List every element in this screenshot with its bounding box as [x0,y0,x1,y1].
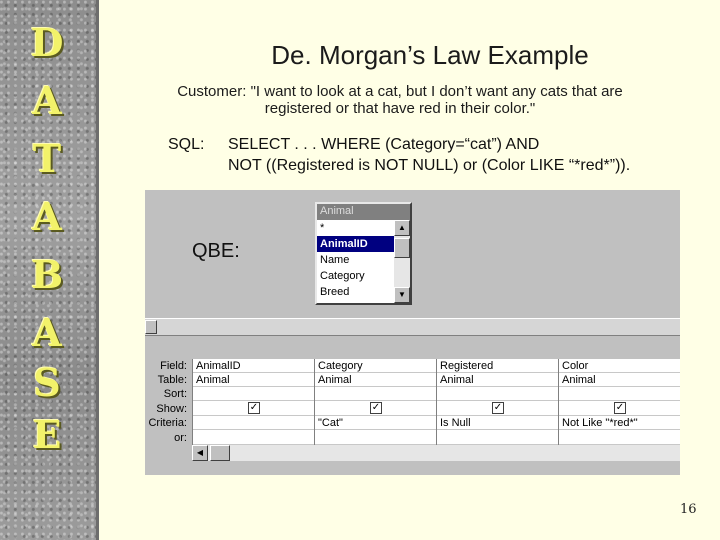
database-sidebar: D A T A B A S E [0,0,96,540]
show-cell: ✓ [315,402,436,416]
sql-statement-line: NOT ((Registered is NOT NULL) or (Color … [228,157,631,174]
field-list-title[interactable]: Animal [317,204,410,220]
criteria-cell[interactable]: Is Null [437,416,558,430]
grid-horizontal-scrollbar[interactable]: ◀ [192,445,680,461]
criteria-cell[interactable]: "Cat" [315,416,436,430]
field-list-item[interactable]: Name [317,252,395,268]
show-cell: ✓ [437,402,558,416]
show-checkbox-checked-icon[interactable]: ✓ [492,402,504,414]
sql-statement-line: SELECT . . . WHERE (Category=“cat”) AND [228,136,540,153]
design-grid-area: Field: Table: Sort: Show: Criteria: or: … [145,336,680,475]
field-cell[interactable]: Category [315,359,436,373]
show-checkbox-checked-icon[interactable]: ✓ [614,402,626,414]
qbe-query-window: QBE: Animal * AnimalID Name Category Bre… [145,190,680,475]
row-label-field: Field: [160,360,187,372]
row-label-or: or: [174,432,187,444]
sql-label: SQL: [168,136,205,153]
sidebar-letter: T [32,136,62,181]
grid-column-color: Color Animal ✓ Not Like "*red*" [559,359,680,455]
sort-cell[interactable] [559,387,680,401]
field-cell[interactable]: AnimalID [193,359,314,373]
row-label-show: Show: [156,403,187,415]
or-cell[interactable] [315,431,436,445]
grid-column-registered: Registered Animal ✓ Is Null [437,359,559,455]
scroll-left-icon[interactable]: ◀ [192,445,208,461]
table-cell[interactable]: Animal [559,373,680,387]
sidebar-letter: E [32,412,62,457]
criteria-cell[interactable] [193,416,314,430]
field-cell[interactable]: Registered [437,359,558,373]
table-cell[interactable]: Animal [193,373,314,387]
show-checkbox-checked-icon[interactable]: ✓ [248,402,260,414]
grid-column-animalid: AnimalID Animal ✓ [193,359,315,455]
slide: D A T A B A S E De. Morgan’s Law Example… [0,0,720,540]
row-label-sort: Sort: [163,388,187,400]
qbe-label: QBE: [192,240,240,262]
pane-splitter[interactable] [145,318,680,336]
row-label-table: Table: [157,374,187,386]
row-label-criteria: Criteria: [148,417,187,429]
criteria-cell[interactable]: Not Like "*red*" [559,416,680,430]
sidebar-letter: A [32,310,62,355]
show-checkbox-checked-icon[interactable]: ✓ [370,402,382,414]
table-cell[interactable]: Animal [437,373,558,387]
sort-cell[interactable] [315,387,436,401]
table-pane[interactable]: QBE: Animal * AnimalID Name Category Bre… [145,190,680,318]
show-cell: ✓ [559,402,680,416]
animal-field-list[interactable]: Animal * AnimalID Name Category Breed ▲ … [315,202,412,305]
splitter-handle[interactable] [145,320,157,334]
quote-line: Customer: "I want to look at a cat, but … [177,83,623,100]
sort-cell[interactable] [193,387,314,401]
customer-quote: Customer: "I want to look at a cat, but … [150,83,650,117]
or-cell[interactable] [437,431,558,445]
sidebar-divider [96,0,99,540]
scroll-thumb[interactable] [210,445,230,461]
sort-cell[interactable] [437,387,558,401]
grid-column-category: Category Animal ✓ "Cat" [315,359,437,455]
or-cell[interactable] [559,431,680,445]
scroll-up-icon[interactable]: ▲ [394,220,410,236]
quote-line: registered or that have red in their col… [264,100,536,117]
sidebar-letter: A [32,194,62,239]
field-list-scrollbar[interactable]: ▲ ▼ [394,220,410,303]
table-cell[interactable]: Animal [315,373,436,387]
field-list-item[interactable]: Breed [317,284,395,300]
sidebar-letter: D [30,20,64,65]
field-list-item[interactable]: Category [317,268,395,284]
field-cell[interactable]: Color [559,359,680,373]
field-list-item-selected[interactable]: AnimalID [317,236,395,252]
page-number: 16 [680,502,697,517]
scroll-down-icon[interactable]: ▼ [394,287,410,303]
show-cell: ✓ [193,402,314,416]
sidebar-letter: B [30,252,64,297]
field-list-item[interactable]: * [317,220,395,236]
sidebar-letter: S [33,360,61,405]
sidebar-letter: A [32,78,62,123]
slide-title: De. Morgan’s Law Example [271,40,589,70]
qbe-grid: AnimalID Animal ✓ Category Animal ✓ "Cat… [192,359,680,455]
or-cell[interactable] [193,431,314,445]
scroll-thumb[interactable] [394,238,410,258]
